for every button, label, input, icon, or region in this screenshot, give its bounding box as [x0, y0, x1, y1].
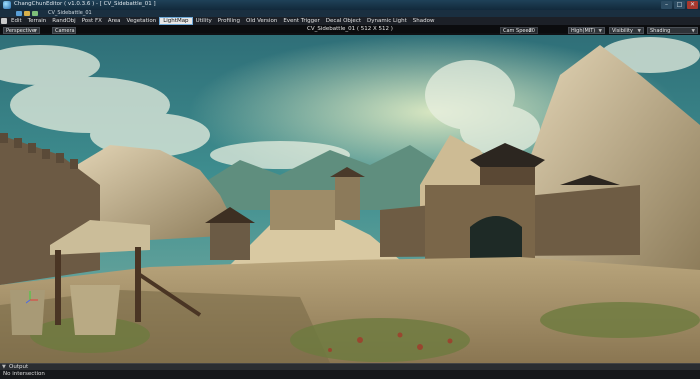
quick-open-icon[interactable]: [24, 11, 30, 16]
camera-button[interactable]: Camera: [52, 27, 76, 34]
dropdown-arrow-icon: ▼: [598, 29, 602, 34]
dropdown-arrow-icon: ▼: [33, 29, 37, 34]
close-button[interactable]: ✕: [687, 1, 698, 9]
menu-decal-object[interactable]: Decal Object: [323, 17, 364, 25]
gate-pavilion: [480, 167, 535, 185]
document-tab[interactable]: CV_Sidebattle_01: [48, 10, 92, 16]
shading-label: Shading: [650, 28, 671, 34]
window-controls: – □ ✕: [661, 1, 698, 9]
maximize-button[interactable]: □: [674, 1, 685, 9]
cam-speed-label: Cam Speed: [503, 28, 532, 34]
status-message: No intersection: [3, 371, 45, 377]
quick-access-bar: CV_Sidebattle_01: [0, 10, 700, 17]
pagoda: [210, 220, 250, 260]
cam-speed-value: 20: [528, 28, 535, 34]
dropdown-arrow-icon: ▼: [691, 29, 695, 34]
app-title: ChangChunEditor ( v1.0.3.6 ) - [ CV_Side…: [14, 1, 156, 7]
quality-select[interactable]: High(MIT) ▼: [568, 27, 605, 34]
viewport-toolbar: Perspective ▼ Camera Cam Speed 20 High(MI…: [0, 27, 700, 35]
scene-viewport[interactable]: [0, 35, 700, 363]
status-bar: No intersection: [0, 370, 700, 379]
menu-edit[interactable]: Edit: [8, 17, 25, 25]
output-panel-header[interactable]: ▼ Output: [0, 363, 700, 370]
camera-button-label: Camera: [55, 28, 75, 34]
quick-save-icon[interactable]: [32, 11, 38, 16]
menu-terrain[interactable]: Terrain: [25, 17, 50, 25]
menu-old-version[interactable]: Old Version: [243, 17, 280, 25]
gate-archway: [470, 216, 522, 259]
menu-utility[interactable]: Utility: [193, 17, 215, 25]
menu-area[interactable]: Area: [105, 17, 124, 25]
menu-lightmap[interactable]: LightMap: [159, 17, 193, 25]
middle-fortress: [270, 190, 335, 230]
axis-gizmo-icon: [26, 291, 38, 304]
projection-value: Perspective: [6, 28, 35, 34]
app-logo-icon: [3, 1, 11, 9]
visibility-label: Visibility: [612, 28, 633, 34]
cam-speed-control[interactable]: Cam Speed 20: [500, 27, 538, 34]
menu-vegetation[interactable]: Vegetation: [124, 17, 160, 25]
dropdown-arrow-icon: ▼: [637, 29, 641, 34]
menu-logo-icon[interactable]: [1, 18, 7, 24]
projection-select[interactable]: Perspective ▼: [3, 27, 40, 34]
shading-select[interactable]: Shading ▼: [647, 27, 698, 34]
title-bar: ChangChunEditor ( v1.0.3.6 ) - [ CV_Side…: [0, 0, 700, 10]
menu-shadow[interactable]: Shadow: [410, 17, 438, 25]
minimize-button[interactable]: –: [661, 1, 672, 9]
menu-dynamic-light[interactable]: Dynamic Light: [364, 17, 410, 25]
menu-post-fx[interactable]: Post FX: [79, 17, 105, 25]
menu-bar: Edit Terrain RandObj Post FX Area Vegetation L…: [0, 17, 700, 25]
menu-profiling[interactable]: Profiling: [215, 17, 243, 25]
quality-value: High(MIT): [571, 28, 596, 34]
distant-tower: [335, 175, 360, 220]
menu-randobj[interactable]: RandObj: [49, 17, 78, 25]
visibility-select[interactable]: Visibility ▼: [609, 27, 644, 34]
menu-event-trigger[interactable]: Event Trigger: [280, 17, 322, 25]
scene-render: [0, 35, 700, 363]
quick-new-icon[interactable]: [16, 11, 22, 16]
